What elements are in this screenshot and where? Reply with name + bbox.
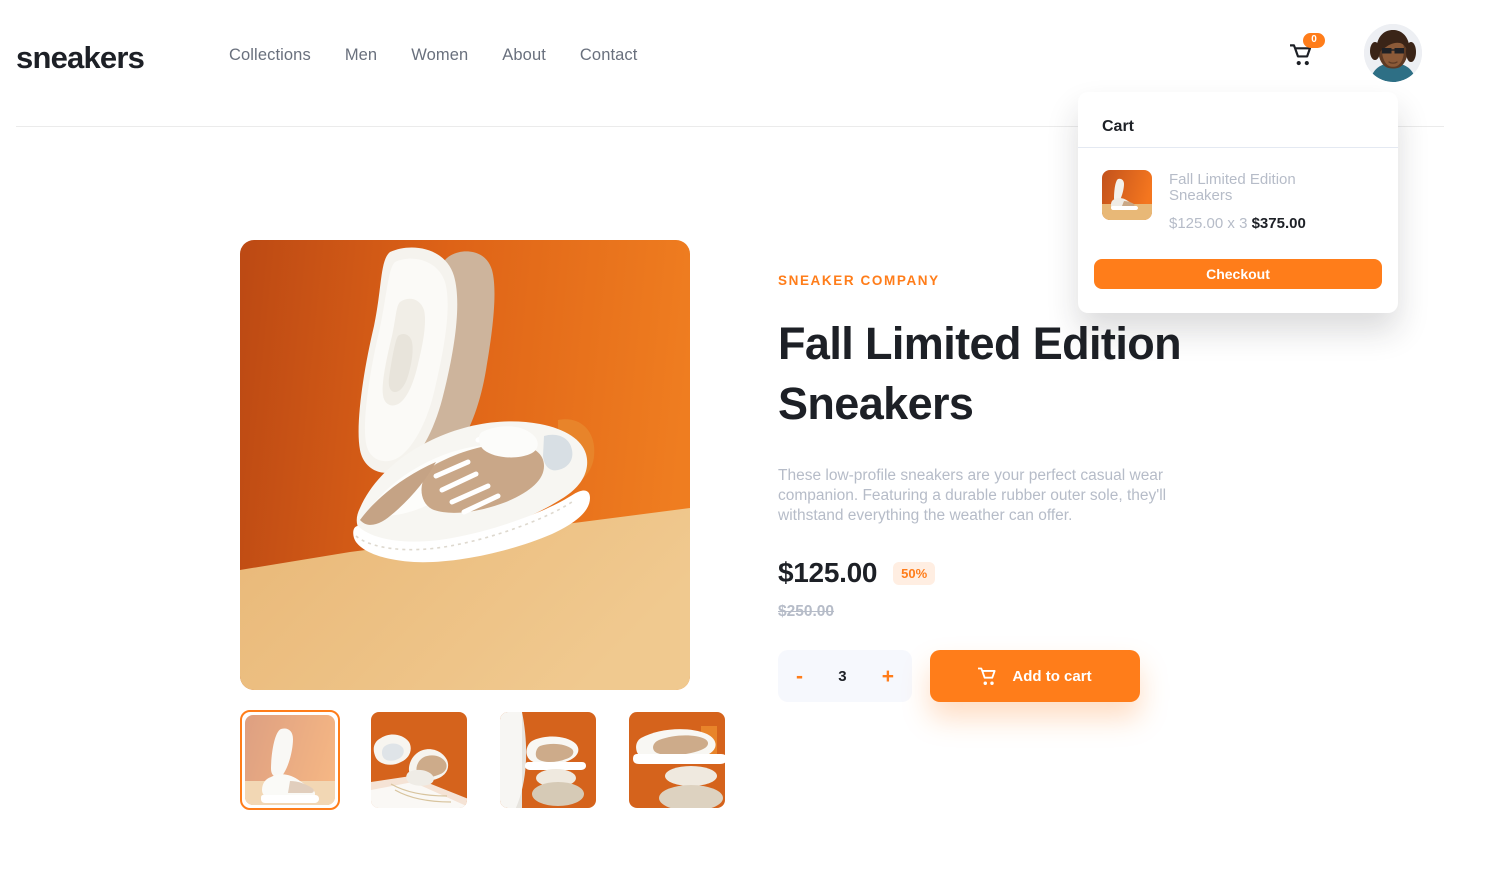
thumbnail-list xyxy=(240,710,727,810)
quantity-increase-button[interactable]: + xyxy=(880,666,896,687)
product-thumbnail-3-image xyxy=(500,712,596,808)
header-actions: 0 xyxy=(1290,24,1422,82)
product-thumbnail-4[interactable] xyxy=(627,710,727,810)
product-gallery xyxy=(240,240,727,810)
product-thumbnail-4-image xyxy=(629,712,725,808)
add-to-cart-button[interactable]: Add to cart xyxy=(930,650,1140,702)
thumbnail-1-graphic xyxy=(245,715,335,805)
quantity-value: 3 xyxy=(838,667,847,685)
product-actions: - 3 + Add to cart xyxy=(778,650,1238,702)
nav-item-about[interactable]: About xyxy=(485,46,563,65)
cart-item-thumbnail xyxy=(1102,170,1152,220)
product-thumbnail-1-image xyxy=(245,715,335,805)
avatar[interactable] xyxy=(1364,24,1422,82)
cart-badge-count: 0 xyxy=(1303,33,1325,48)
cart-line-item: Fall Limited Edition Sneakers $125.00 x … xyxy=(1102,170,1374,232)
cart-panel-title: Cart xyxy=(1102,118,1135,135)
cart-item-total: $375.00 xyxy=(1251,215,1306,232)
product-discount-badge: 50% xyxy=(893,561,936,585)
cart-item-name: Fall Limited Edition Sneakers xyxy=(1169,171,1296,204)
product-price: $125.00 xyxy=(778,557,878,588)
main-navigation: Collections Men Women About Contact xyxy=(212,46,654,65)
product-main-image-graphic xyxy=(240,240,690,690)
thumbnail-4-graphic xyxy=(629,712,725,808)
thumbnail-3-graphic xyxy=(500,712,596,808)
nav-item-collections[interactable]: Collections xyxy=(212,46,328,65)
cart-button[interactable]: 0 xyxy=(1290,33,1325,70)
nav-item-contact[interactable]: Contact xyxy=(563,46,655,65)
product-description: These low-profile sneakers are your perf… xyxy=(778,467,1167,524)
cart-item-details: Fall Limited Edition Sneakers $125.00 x … xyxy=(1169,170,1349,233)
quantity-decrease-button[interactable]: - xyxy=(794,666,805,687)
cart-item-multiplier: x 3 xyxy=(1227,215,1248,232)
product-thumbnail-3[interactable] xyxy=(498,710,598,810)
product-price-row: $125.00 50% xyxy=(778,557,1238,589)
site-logo[interactable]: sneakers xyxy=(16,40,145,76)
nav-item-men[interactable]: Men xyxy=(328,46,394,65)
cart-dropdown-panel: Cart Fall Limited Edition Sneakers $125.… xyxy=(1078,92,1398,313)
quantity-stepper: - 3 + xyxy=(778,650,912,702)
product-title: Fall Limited Edition Sneakers xyxy=(778,318,1182,429)
checkout-button[interactable]: Checkout xyxy=(1094,259,1382,289)
cart-item-price-line: $125.00 x 3 $375.00 xyxy=(1169,215,1349,232)
product-thumbnail-2-image xyxy=(371,712,467,808)
product-thumbnail-2[interactable] xyxy=(369,710,469,810)
thumbnail-2-graphic xyxy=(371,712,467,808)
product-main-image[interactable] xyxy=(240,240,690,690)
cart-panel-divider xyxy=(1078,147,1398,148)
product-info: SNEAKER COMPANY Fall Limited Edition Sne… xyxy=(778,273,1238,702)
cart-item-thumbnail-image xyxy=(1102,170,1152,220)
product-old-price: $250.00 xyxy=(778,603,835,620)
product-thumbnail-1[interactable] xyxy=(240,710,340,810)
user-avatar-image xyxy=(1364,24,1422,82)
add-to-cart-label: Add to cart xyxy=(1012,667,1092,685)
nav-item-women[interactable]: Women xyxy=(394,46,485,65)
shopping-cart-icon xyxy=(978,667,996,685)
cart-item-unit-price: $125.00 xyxy=(1169,215,1224,232)
